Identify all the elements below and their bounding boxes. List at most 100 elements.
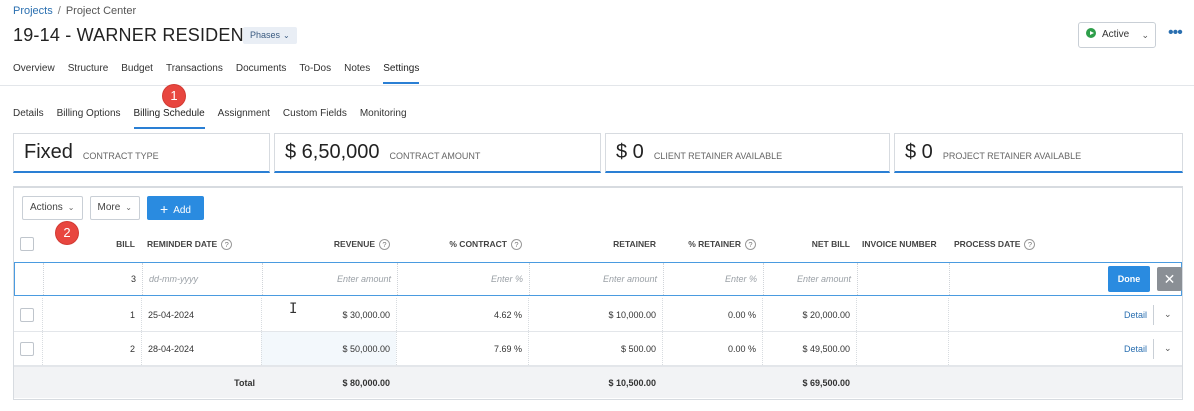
total-revenue: $ 80,000.00: [342, 377, 390, 388]
chevron-down-icon: ⌄: [67, 203, 75, 212]
help-icon[interactable]: ?: [511, 238, 522, 250]
total-retainer: $ 10,500.00: [608, 377, 656, 388]
subtab-billing-options[interactable]: Billing Options: [57, 108, 121, 129]
totals-row: Total $ 80,000.00 $ 10,500.00 $ 69,500.0…: [14, 366, 1182, 398]
total-label: Total: [234, 377, 255, 388]
project-retainer-card: $ 0 PROJECT RETAINER AVAILABLE: [894, 133, 1183, 173]
more-label: More: [97, 202, 121, 213]
col-retainer[interactable]: RETAINER: [528, 230, 662, 258]
col-pct-contract[interactable]: % CONTRACT?: [396, 230, 528, 258]
chevron-down-icon: ⌄: [125, 203, 132, 212]
more-button[interactable]: More ⌄: [89, 196, 140, 220]
row-bill: 2: [42, 332, 141, 365]
table-row: 2 28-04-2024 $ 50,000.00 7.69 % $ 500.00…: [14, 332, 1182, 366]
row-expand-chevron-icon[interactable]: ⌄: [1164, 298, 1178, 331]
col-process-date[interactable]: PROCESS DATE?: [948, 230, 1098, 258]
help-icon[interactable]: ?: [745, 238, 756, 250]
table-row: 1 25-04-2024 $ 30,000.00 4.62 % $ 10,000…: [14, 298, 1182, 332]
more-options-icon[interactable]: •••: [1168, 25, 1183, 41]
detail-link[interactable]: Detail: [1098, 339, 1154, 359]
contract-type-card: Fixed CONTRACT TYPE: [13, 133, 270, 173]
actions-label: Actions: [30, 202, 63, 213]
col-pct-retainer[interactable]: % RETAINER?: [662, 230, 762, 258]
help-icon[interactable]: ?: [221, 238, 233, 250]
tab-transactions[interactable]: Transactions: [166, 63, 223, 84]
phases-label: Phases: [250, 30, 281, 40]
select-all-checkbox[interactable]: [20, 237, 34, 251]
pct-contract-input[interactable]: Enter %: [397, 263, 529, 295]
table-header: BILL REMINDER DATE? REVENUE? % CONTRACT?…: [14, 230, 1182, 258]
tab-structure[interactable]: Structure: [68, 63, 109, 84]
col-revenue[interactable]: REVENUE?: [261, 230, 396, 258]
row-net-bill: $ 49,500.00: [762, 332, 856, 365]
tab-documents[interactable]: Documents: [236, 63, 287, 84]
row-revenue: $ 30,000.00: [261, 298, 396, 331]
help-icon[interactable]: ?: [1024, 238, 1036, 250]
total-net-bill: $ 69,500.00: [802, 377, 850, 388]
row-pct-retainer: 0.00 %: [662, 298, 762, 331]
row-expand-chevron-icon[interactable]: ⌄: [1164, 332, 1178, 365]
row-net-bill: $ 20,000.00: [762, 298, 856, 331]
pct-retainer-input[interactable]: Enter %: [663, 263, 763, 295]
subtab-custom-fields[interactable]: Custom Fields: [283, 108, 347, 129]
tab-overview[interactable]: Overview: [13, 63, 55, 84]
row-pct-contract: 7.69 %: [396, 332, 528, 365]
sub-tabs: Details Billing Options Billing Schedule…: [13, 108, 420, 129]
help-icon[interactable]: ?: [379, 238, 390, 250]
edit-row-spacer: [15, 263, 43, 295]
tab-budget[interactable]: Budget: [121, 63, 153, 84]
subtab-details[interactable]: Details: [13, 108, 44, 129]
row-pct-retainer: 0.00 %: [662, 332, 762, 365]
close-icon[interactable]: ✕: [1157, 267, 1182, 291]
billing-schedule-grid: Actions ⌄ More ⌄ + Add BILL REMINDER DATE? …: [13, 186, 1183, 400]
tab-notes[interactable]: Notes: [344, 63, 370, 84]
play-circle-icon: [1086, 28, 1096, 38]
breadcrumb-projects-link[interactable]: Projects: [13, 5, 53, 17]
grid-toolbar: Actions ⌄ More ⌄ + Add: [22, 196, 204, 220]
tab-to-dos[interactable]: To-Dos: [299, 63, 331, 84]
reminder-date-input[interactable]: dd-mm-yyyy: [142, 263, 262, 295]
card-label: CLIENT RETAINER AVAILABLE: [653, 150, 783, 161]
retainer-input[interactable]: Enter amount: [529, 263, 663, 295]
subtab-monitoring[interactable]: Monitoring: [360, 108, 407, 129]
row-checkbox[interactable]: [20, 307, 34, 322]
breadcrumb: Projects / Project Center: [13, 5, 136, 17]
client-retainer-card: $ 0 CLIENT RETAINER AVAILABLE: [605, 133, 890, 173]
text-cursor-icon: I: [289, 301, 298, 317]
subtab-billing-schedule[interactable]: Billing Schedule: [133, 108, 205, 129]
col-reminder-date[interactable]: REMINDER DATE?: [141, 230, 261, 258]
breadcrumb-current: Project Center: [65, 5, 137, 17]
card-value: $ 6,50,000: [285, 141, 380, 163]
row-revenue: $ 50,000.00: [261, 332, 396, 365]
row-invoice-number: [856, 332, 948, 365]
new-bill-edit-row: 3 dd-mm-yyyy Enter amount Enter % Enter …: [14, 262, 1182, 296]
col-label: REMINDER DATE: [147, 239, 218, 249]
detail-label: Detail: [1123, 344, 1147, 354]
detail-label: Detail: [1123, 310, 1147, 320]
col-invoice-number[interactable]: INVOICE NUMBER: [856, 230, 948, 258]
actions-button[interactable]: Actions ⌄: [22, 196, 83, 220]
row-process-date: [948, 298, 1098, 331]
add-button[interactable]: + Add: [147, 196, 204, 220]
row-invoice-number: [856, 298, 948, 331]
row-reminder-date: 28-04-2024: [141, 332, 261, 365]
card-label: PROJECT RETAINER AVAILABLE: [942, 150, 1082, 161]
process-date-input[interactable]: [949, 263, 1099, 295]
phases-dropdown[interactable]: Phases ⌄: [243, 27, 297, 44]
col-net-bill[interactable]: NET BILL: [762, 230, 856, 258]
detail-link[interactable]: Detail: [1098, 305, 1154, 325]
done-button[interactable]: Done: [1108, 266, 1150, 292]
status-dropdown[interactable]: Active ⌄: [1078, 22, 1156, 48]
invoice-number-input[interactable]: [857, 263, 949, 295]
tab-settings[interactable]: Settings: [383, 63, 420, 84]
row-pct-contract: 4.62 %: [396, 298, 528, 331]
plus-icon: +: [160, 201, 169, 217]
revenue-input[interactable]: Enter amount: [262, 263, 397, 295]
chevron-down-icon: ⌄: [283, 31, 290, 40]
annotation-marker-1: 1: [163, 85, 185, 107]
net-bill-input[interactable]: Enter amount: [763, 263, 857, 295]
subtab-assignment[interactable]: Assignment: [218, 108, 270, 129]
row-checkbox[interactable]: [20, 341, 34, 356]
col-label: % CONTRACT: [449, 239, 507, 249]
col-label: PROCESS DATE: [954, 239, 1021, 249]
